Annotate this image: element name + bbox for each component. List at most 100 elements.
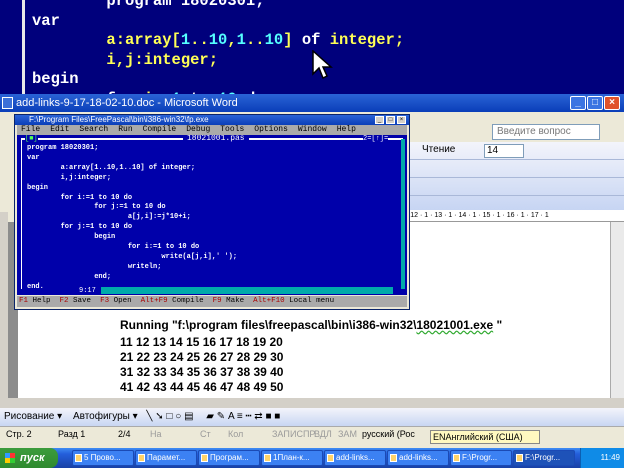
- status-section: Разд 1: [58, 429, 86, 439]
- maximize-button[interactable]: □: [587, 96, 603, 110]
- taskbar-button[interactable]: 1План-к...: [261, 450, 323, 466]
- editor-frame-left: [21, 139, 22, 289]
- run-line: Running "f:\program files\freepascal\bin…: [120, 318, 503, 332]
- ide-menu-edit[interactable]: Edit: [50, 125, 69, 134]
- ide-editor[interactable]: [■] 18021001.pas 2=[↑]= program 18020301…: [17, 135, 407, 295]
- background-pascal-editor: program 18020301; var a:array[1..10,1..1…: [0, 0, 624, 100]
- dash-style-icon[interactable]: ┅: [245, 411, 251, 422]
- clock: 11:49: [600, 453, 620, 462]
- ide-maximize-button[interactable]: □: [386, 116, 395, 124]
- ask-question-field[interactable]: Введите вопрос: [492, 124, 600, 140]
- ide-close-button[interactable]: ×: [397, 116, 406, 124]
- language-indicator[interactable]: ENАнглийский (США): [430, 430, 540, 444]
- shortcut-key[interactable]: F3: [100, 297, 109, 305]
- background-code-line: i,j:integer;: [32, 50, 219, 69]
- taskbar-button-label: F:\Progr...: [462, 453, 498, 462]
- taskbar-button[interactable]: 5 Прово...: [72, 450, 134, 466]
- editor-window-number: 2=[↑]=: [363, 135, 389, 144]
- autoshapes-button[interactable]: Автофигуры ▾: [73, 411, 138, 422]
- shortcut-label: Local menu: [284, 297, 335, 305]
- ide-menu-bar: File Edit Search Run Compile Debug Tools Option…: [17, 125, 407, 135]
- shortcut-label: Compile: [167, 297, 213, 305]
- fill-color-icon[interactable]: ▰: [206, 411, 214, 422]
- background-code-line: var: [32, 11, 60, 30]
- toolbar-row: [404, 160, 624, 178]
- app-icon: [390, 454, 397, 462]
- editor-vertical-scrollbar[interactable]: [401, 139, 405, 289]
- editor-code[interactable]: program 18020301; var a:array[1..10,1..1…: [27, 144, 237, 293]
- status-language: русский (Рос: [362, 429, 415, 439]
- status-ext[interactable]: ВДЛ: [314, 427, 332, 442]
- ide-minimize-button[interactable]: _: [375, 116, 384, 124]
- horizontal-ruler: · 12 · 1 · 13 · 1 · 14 · 1 · 15 · 1 · 16…: [404, 210, 624, 222]
- shortcut-key[interactable]: Alt+F10: [253, 297, 285, 305]
- ide-menu-help[interactable]: Help: [337, 125, 356, 134]
- ide-status-bar: F1 Help F2 Save F3 Open Alt+F9 Compile F…: [17, 296, 407, 307]
- taskbar-button[interactable]: Програм...: [198, 450, 260, 466]
- ide-menu-debug[interactable]: Debug: [186, 125, 210, 134]
- close-button[interactable]: ×: [604, 96, 620, 110]
- taskbar-button[interactable]: F:\Progr...: [513, 450, 575, 466]
- status-rec[interactable]: ЗАП: [272, 427, 290, 442]
- taskbar-button[interactable]: add-links...: [324, 450, 386, 466]
- taskbar-button-label: 1План-к...: [273, 453, 310, 462]
- mouse-pointer-icon: [312, 50, 333, 80]
- oval-tool-icon[interactable]: ○: [175, 411, 181, 422]
- line-style-icon[interactable]: ≡: [237, 411, 243, 422]
- 3d-icon[interactable]: ■: [274, 411, 280, 422]
- word-doc-icon: [2, 97, 13, 109]
- toolbar-row: [404, 178, 624, 196]
- taskbar-button[interactable]: F:\Progr...: [450, 450, 512, 466]
- ide-menu-options[interactable]: Options: [254, 125, 288, 134]
- shortcut-key[interactable]: F1: [19, 297, 28, 305]
- ide-menu-search[interactable]: Search: [79, 125, 108, 134]
- shadow-icon[interactable]: ■: [265, 411, 271, 422]
- app-icon: [327, 454, 334, 462]
- taskbar-button-label: add-links...: [336, 453, 375, 462]
- editor-horizontal-scrollbar[interactable]: [101, 287, 393, 294]
- app-icon: [264, 454, 271, 462]
- shortcut-key[interactable]: F2: [60, 297, 69, 305]
- ide-menu-run[interactable]: Run: [118, 125, 132, 134]
- shortcut-label: Save: [68, 297, 101, 305]
- shortcut-key[interactable]: F9: [213, 297, 222, 305]
- minimize-button[interactable]: _: [570, 96, 586, 110]
- app-icon: [75, 454, 82, 462]
- drawing-menu-button[interactable]: Рисование ▾: [4, 411, 62, 422]
- windows-logo-icon: [5, 453, 15, 463]
- ide-menu-tools[interactable]: Tools: [220, 125, 244, 134]
- status-line: Ст: [200, 429, 211, 439]
- output-row: 11 12 13 14 15 16 17 18 19 20: [120, 335, 283, 349]
- status-trk[interactable]: ИСПР: [290, 427, 315, 442]
- status-at: На: [150, 429, 162, 439]
- taskbar-button-label: Парамет...: [147, 453, 186, 462]
- output-row: 31 32 33 34 35 36 37 38 39 40: [120, 365, 284, 379]
- word-title: add-links-9-17-18-02-10.doc - Microsoft …: [16, 97, 238, 109]
- status-ovr[interactable]: ЗАМ: [338, 427, 357, 442]
- rectangle-tool-icon[interactable]: □: [166, 411, 172, 422]
- taskbar-button[interactable]: Парамет...: [135, 450, 197, 466]
- app-icon: [516, 454, 523, 462]
- ide-menu-window[interactable]: Window: [298, 125, 327, 134]
- view-buttons-bar: [0, 398, 624, 408]
- arrow-tool-icon[interactable]: ➘: [155, 411, 163, 422]
- shortcut-label: Make: [221, 297, 254, 305]
- font-size-select[interactable]: 14: [484, 144, 524, 158]
- shortcut-key[interactable]: Alt+F9: [141, 297, 168, 305]
- ide-menu-compile[interactable]: Compile: [143, 125, 177, 134]
- arrow-style-icon[interactable]: ⇄: [254, 411, 262, 422]
- vertical-scrollbar[interactable]: [610, 222, 624, 398]
- font-color-icon[interactable]: A: [228, 411, 234, 422]
- line-tool-icon[interactable]: ╲: [146, 411, 152, 422]
- editor-close-box[interactable]: [■]: [25, 135, 38, 144]
- status-col: Кол: [228, 429, 244, 439]
- spell-checked-filename: 18021001.exe: [416, 318, 494, 332]
- drawing-toolbar: Рисование ▾ Автофигуры ▾ ╲ ➘ □ ○ ▤ ▰ ✎ A…: [0, 408, 624, 426]
- start-button[interactable]: пуск: [0, 448, 58, 468]
- shortcut-label: Help: [28, 297, 60, 305]
- ide-menu-file[interactable]: File: [21, 125, 40, 134]
- line-color-icon[interactable]: ✎: [217, 411, 225, 422]
- reading-mode-button[interactable]: Чтение: [422, 144, 455, 155]
- textbox-tool-icon[interactable]: ▤: [184, 411, 193, 422]
- taskbar-button[interactable]: add-links...: [387, 450, 449, 466]
